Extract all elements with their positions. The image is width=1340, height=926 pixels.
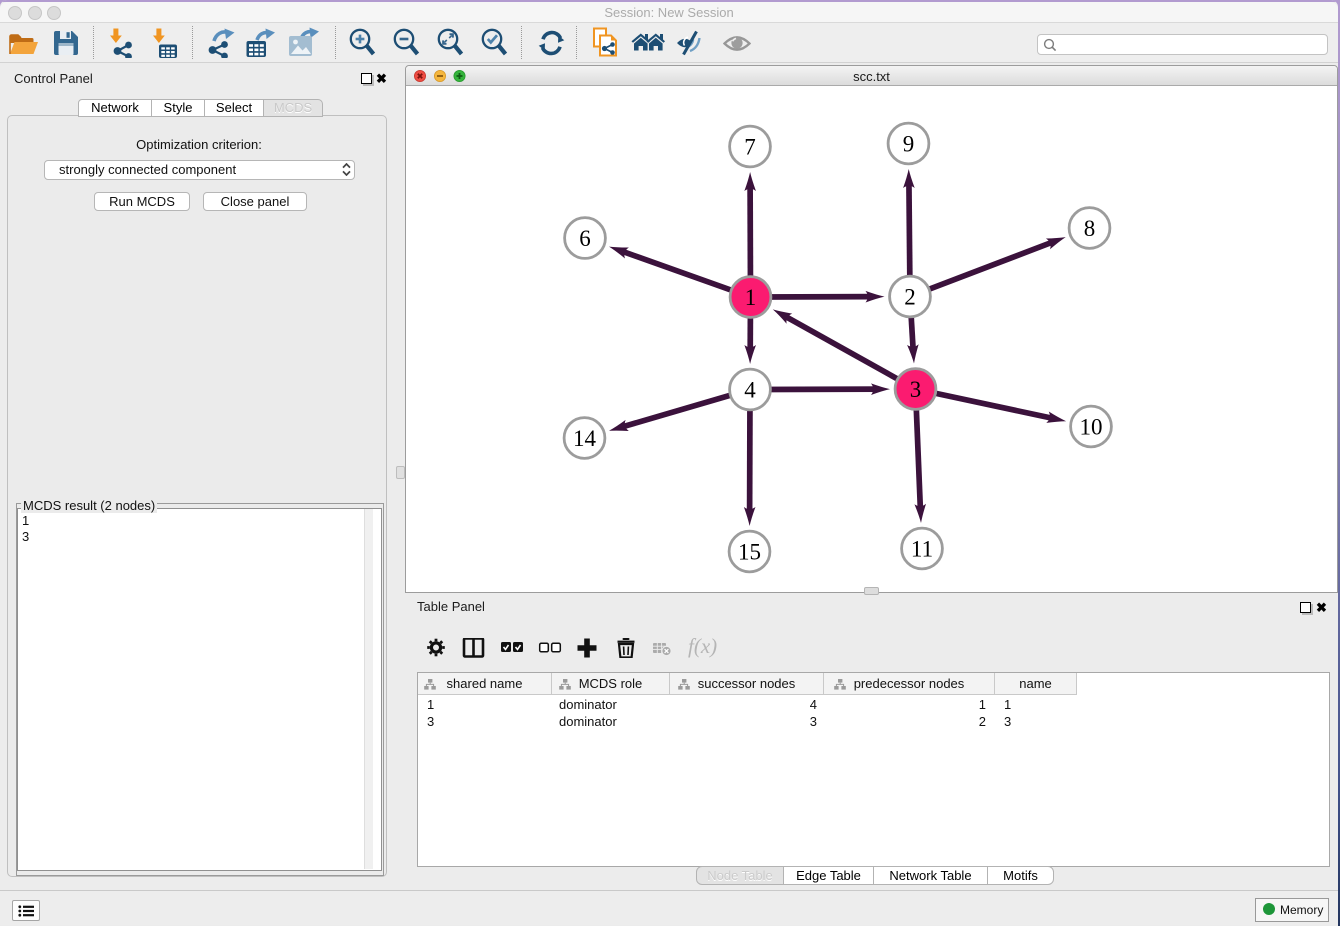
- svg-text:11: 11: [911, 537, 933, 562]
- svg-text:4: 4: [744, 378, 756, 403]
- svg-text:2: 2: [904, 285, 916, 310]
- svg-text:9: 9: [903, 132, 915, 157]
- svg-text:1: 1: [745, 285, 757, 310]
- svg-text:15: 15: [738, 540, 761, 565]
- svg-text:10: 10: [1080, 415, 1103, 440]
- svg-text:14: 14: [573, 426, 597, 451]
- svg-text:6: 6: [579, 226, 591, 251]
- svg-text:8: 8: [1084, 216, 1096, 241]
- svg-text:7: 7: [744, 135, 756, 160]
- svg-text:3: 3: [910, 377, 922, 402]
